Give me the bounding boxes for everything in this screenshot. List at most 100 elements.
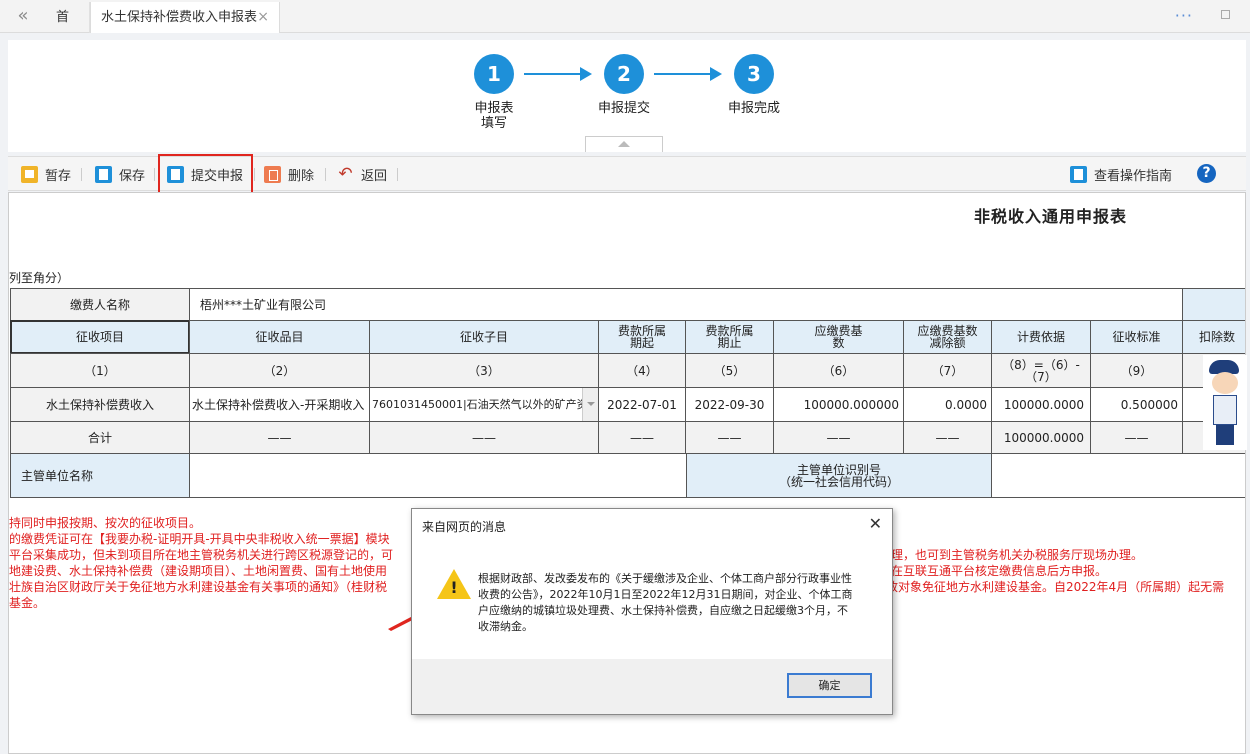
payer-value: 梧州***土矿业有限公司 [189,288,1183,321]
form-title: 非税收入通用申报表 [974,207,1128,226]
col-num: （1） [10,353,190,388]
back-label: 返回 [361,168,388,184]
payer-extra [1182,288,1245,321]
row-category: 水土保持补偿费收入-开采期收入 [189,387,370,422]
maximize-icon[interactable] [1221,10,1230,19]
payer-label: 缴费人名称 [10,288,190,321]
header-standard: 征收标准 [1090,320,1183,354]
step-2-circle: 2 [604,54,644,94]
tab-bar: « 首页 水土保持补偿费收入申报表 × ··· [0,0,1250,56]
step-1-label: 申报表 填写 [454,101,534,131]
divider [397,168,398,181]
trash-icon [264,165,281,183]
col-num: （5） [685,353,774,388]
back-button[interactable]: ↶ 返回 [337,157,387,191]
save-button[interactable]: 保存 [95,157,145,191]
header-category: 征收品目 [189,320,370,354]
dialog-message: 根据财政部、发改委发布的《关于缓缴涉及企业、个体工商户部分行政事业性收费的公告》… [478,572,853,633]
col-num: （2） [189,353,370,388]
header-period-end: 费款所属期止 [685,320,774,354]
draft-icon [21,165,38,183]
divider [81,168,82,181]
step-1-label-line2: 填写 [480,116,507,131]
deduction-input[interactable]: 0.0000 [903,387,992,422]
save-draft-label: 暂存 [45,168,72,184]
authority-label: 主管单位名称 [10,453,190,498]
assistant-mascot[interactable] [1203,355,1247,450]
mascot-face [1212,372,1238,394]
col-num: （8）=（6）-（7） [991,353,1091,388]
guide-label: 查看操作指南 [1094,168,1173,184]
header-basis: 计费依据 [991,320,1091,354]
guide-icon [1070,165,1087,183]
dialog-title: 来自网页的消息 [422,520,507,534]
row-standard: 0.500000 [1090,387,1183,422]
header-subitem: 征收子目 [369,320,599,354]
total-cell: —— [189,421,370,454]
double-chevron-left-icon[interactable]: « [10,6,36,26]
total-cell: —— [369,421,599,454]
authority-input[interactable] [189,453,687,498]
step-2-label: 申报提交 [597,101,650,116]
step-1-circle: 1 [474,54,514,94]
authority-id-label-line2: （统一社会信用代码） [778,474,899,489]
arrow-icon [654,67,722,81]
tab-label: 水土保持补偿费收入申报表 [101,10,258,25]
close-icon[interactable]: × [257,2,269,33]
total-cell: —— [685,421,774,454]
message-dialog: 来自网页的消息 ✕ ! 根据财政部、发改委发布的《关于缓缴涉及企业、个体工商户部… [411,508,893,715]
delete-button[interactable]: 删除 [264,157,314,191]
submit-highlight-box [158,154,253,196]
subitem-value: 7601031450001|石油天然气以外的矿产资 [372,397,588,411]
delete-label: 删除 [288,168,315,184]
col-num: （9） [1090,353,1183,388]
header-deduction: 应缴费基数减除额 [903,320,992,354]
header-base: 应缴费基数 [773,320,904,354]
col-num: （7） [903,353,992,388]
authority-id-input[interactable] [991,453,1245,498]
ok-button[interactable]: 确定 [787,673,872,698]
total-basis: 100000.0000 [991,421,1091,454]
total-label: 合计 [10,421,190,454]
unit-note: 列至角分） [9,271,70,285]
collapse-toggle[interactable] [585,136,663,152]
col-num: （3） [369,353,599,388]
col-num: （6） [773,353,904,388]
total-cell: —— [1090,421,1183,454]
mascot-body [1213,395,1237,425]
row-period-start: 2022-07-01 [598,387,686,422]
warning-mark: ! [450,578,458,597]
row-item: 水土保持补偿费收入 [10,387,190,422]
row-basis: 100000.0000 [991,387,1091,422]
return-arrow-icon: ↶ [338,163,353,184]
save-icon [95,165,112,183]
tab-declaration-form[interactable]: 水土保持补偿费收入申报表 × [90,2,280,33]
step-3-circle: 3 [734,54,774,94]
save-draft-button[interactable]: 暂存 [21,157,71,191]
mascot-legs [1216,425,1234,445]
chevron-down-icon[interactable] [582,388,598,421]
help-icon[interactable]: ? [1197,164,1216,183]
header-deduct-amount: 扣除数 [1182,320,1245,354]
subitem-select[interactable]: 7601031450001|石油天然气以外的矿产资 [369,387,599,422]
progress-steps: 1 申报表 填写 2 申报提交 3 申报完成 [8,40,1246,152]
guide-button[interactable]: 查看操作指南 [1070,157,1172,191]
arrow-icon [524,67,592,81]
more-icon[interactable]: ··· [1175,6,1193,25]
step-3-label: 申报完成 [727,101,780,116]
divider [325,168,326,181]
header-period-start: 费款所属期起 [598,320,686,354]
tab-home[interactable]: 首页 [46,2,90,56]
authority-id-label-line1: 主管单位识别号 [796,462,881,477]
total-cell: —— [903,421,992,454]
header-item: 征收项目 [10,320,190,354]
row-period-end: 2022-09-30 [685,387,774,422]
step-1-label-line1: 申报表 [474,101,514,116]
close-icon[interactable]: ✕ [869,514,882,533]
base-input[interactable]: 100000.000000 [773,387,904,422]
divider [154,168,155,181]
total-cell: —— [773,421,904,454]
save-label: 保存 [119,168,146,184]
total-cell: —— [598,421,686,454]
dialog-footer: 确定 [412,659,892,714]
